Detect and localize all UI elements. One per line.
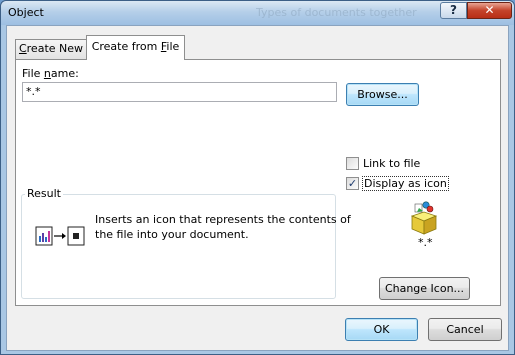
package-box-icon <box>406 200 440 236</box>
tab-create-new-label: Create New <box>18 42 84 55</box>
embed-icon-diagram <box>34 222 89 250</box>
link-to-file-checkbox[interactable] <box>346 157 359 170</box>
browse-button-label: Browse... <box>357 88 408 101</box>
ok-button[interactable]: OK <box>345 318 418 341</box>
tab-create-new[interactable]: Create New <box>15 39 87 59</box>
icon-caption: *.* <box>418 236 433 249</box>
cancel-button-label: Cancel <box>446 323 484 336</box>
result-legend: Result <box>25 187 63 200</box>
tab-create-from-file[interactable]: Create from File <box>86 35 185 60</box>
result-description-line1: Inserts an icon that represents the cont… <box>95 213 351 226</box>
cancel-button[interactable]: Cancel <box>428 318 502 341</box>
background-window-title: Types of documents together <box>256 6 417 19</box>
result-description-line2: the file into your document. <box>95 228 249 241</box>
title-bar[interactable]: Object Types of documents together ? ✕ <box>1 1 514 25</box>
tab-panel: File name: *.* Browse... Link to file ✓ … <box>15 59 501 306</box>
object-dialog: Object Types of documents together ? ✕ C… <box>0 0 515 355</box>
dialog-client-area: Create New Create from File File name: *… <box>6 25 509 351</box>
file-name-label: File name: <box>22 67 79 80</box>
display-as-icon-checkbox[interactable]: ✓ <box>346 177 359 190</box>
browse-button[interactable]: Browse... <box>346 83 419 106</box>
change-icon-button[interactable]: Change Icon... <box>379 277 470 300</box>
dialog-title: Object <box>8 6 44 19</box>
change-icon-button-label: Change Icon... <box>384 282 465 295</box>
tab-create-from-file-label: Create from File <box>91 40 180 53</box>
display-as-icon-label[interactable]: Display as icon <box>362 176 449 191</box>
ok-button-label: OK <box>373 323 390 336</box>
file-name-input[interactable]: *.* <box>22 82 337 102</box>
close-button[interactable]: ✕ <box>467 2 512 19</box>
help-button[interactable]: ? <box>440 2 467 19</box>
link-to-file-label[interactable]: Link to file <box>363 157 420 170</box>
